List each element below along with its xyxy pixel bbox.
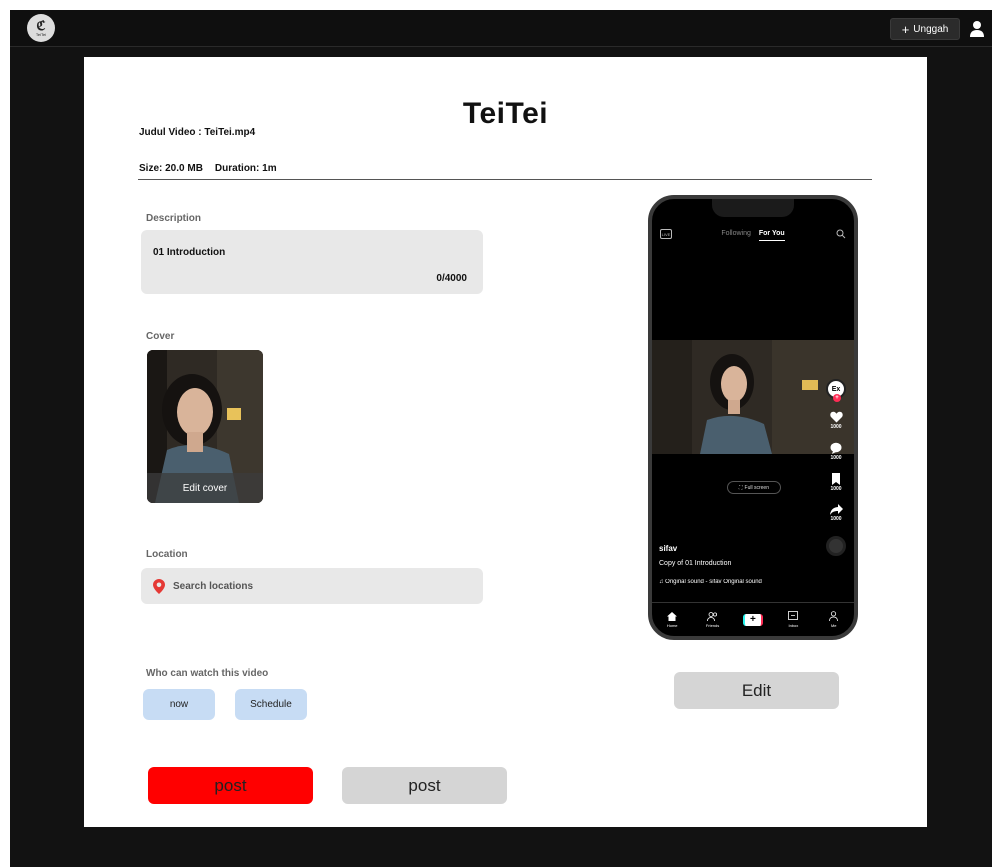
- video-duration: Duration: 1m: [214, 163, 277, 174]
- upload-button[interactable]: + Unggah: [890, 18, 960, 40]
- like-action[interactable]: 1000: [829, 411, 843, 430]
- friends-icon: [707, 611, 718, 621]
- edit-button[interactable]: Edit: [674, 672, 839, 709]
- option-now-button[interactable]: now: [143, 689, 215, 720]
- share-icon: [829, 504, 843, 515]
- music-note-icon: ♫: [659, 579, 664, 585]
- share-count: 1000: [830, 516, 842, 522]
- phone-notch: [712, 199, 794, 217]
- location-pin-icon: [153, 578, 165, 594]
- create-plus-icon: +: [742, 613, 763, 626]
- description-counter: 0/4000: [436, 273, 467, 284]
- nav-home[interactable]: Home: [657, 611, 687, 628]
- video-size: Size: 20.0 MB: [139, 163, 203, 174]
- nav-create[interactable]: +: [738, 613, 768, 626]
- user-icon[interactable]: [968, 20, 986, 38]
- action-rail: Ex + 1000 1000 1000 1000: [824, 379, 848, 556]
- edit-cover-button[interactable]: Edit cover: [147, 473, 263, 503]
- phone-preview: LIVE Following For You ⛶ Full screen Ex …: [648, 195, 858, 640]
- app-window: ℭ TeiTei + Unggah TeiTei Judul Video : T…: [10, 10, 992, 867]
- description-value: 01 Introduction: [153, 247, 226, 258]
- fullscreen-button[interactable]: ⛶ Full screen: [727, 481, 781, 494]
- option-schedule-button[interactable]: Schedule: [235, 689, 307, 720]
- header-divider: [138, 179, 872, 180]
- top-bar: ℭ TeiTei + Unggah: [10, 10, 992, 47]
- cover-thumbnail[interactable]: Edit cover: [147, 350, 263, 503]
- video-meta: Size: 20.0 MB Duration: 1m: [139, 163, 277, 174]
- preview-bottom-nav: Home Friends + Inbox Me: [652, 602, 854, 636]
- bookmark-icon: [832, 473, 840, 485]
- music-disc-icon[interactable]: [826, 536, 846, 556]
- creator-avatar[interactable]: Ex +: [826, 379, 846, 402]
- avatar-text: Ex: [831, 385, 841, 393]
- nav-me[interactable]: Me: [819, 611, 849, 628]
- fullscreen-icon: ⛶: [739, 484, 743, 491]
- location-field[interactable]: [141, 568, 483, 604]
- preview-sound[interactable]: ♫ Original sound - sifav Original sound: [659, 579, 809, 585]
- nav-inbox[interactable]: Inbox: [778, 611, 808, 628]
- upload-button-label: Unggah: [913, 23, 949, 35]
- preview-caption: Copy of 01 Introduction: [659, 560, 732, 567]
- page-title: TeiTei: [462, 97, 549, 130]
- nav-me-label: Me: [830, 623, 837, 628]
- heart-icon: [829, 411, 843, 423]
- logo-text: TeiTei: [35, 31, 47, 37]
- logo-glyph-icon: ℭ: [36, 17, 46, 33]
- share-action[interactable]: 1000: [829, 504, 843, 522]
- description-label: Description: [146, 213, 202, 224]
- video-title: Judul Video : TeiTei.mp4: [139, 127, 256, 138]
- upload-card: TeiTei Judul Video : TeiTei.mp4 Size: 20…: [84, 57, 927, 827]
- app-logo[interactable]: ℭ TeiTei: [27, 14, 55, 42]
- cover-label: Cover: [146, 331, 175, 342]
- follow-plus-icon[interactable]: +: [833, 394, 841, 402]
- profile-icon: [829, 611, 839, 621]
- post-secondary-button[interactable]: post: [342, 767, 507, 804]
- search-icon[interactable]: [836, 229, 846, 239]
- description-field[interactable]: 01 Introduction 0/4000: [141, 230, 483, 294]
- comment-count: 1000: [830, 455, 842, 461]
- nav-friends-label: Friends: [705, 622, 720, 628]
- sound-label: Original sound - sifav Original sound: [665, 579, 762, 585]
- comment-icon: [830, 442, 842, 454]
- save-count: 1000: [830, 486, 842, 492]
- location-label: Location: [146, 549, 188, 560]
- home-icon: [667, 611, 678, 621]
- save-action[interactable]: 1000: [830, 473, 842, 492]
- nav-home-label: Home: [666, 622, 678, 628]
- nav-friends[interactable]: Friends: [698, 611, 728, 628]
- nav-inbox-label: Inbox: [788, 623, 799, 628]
- preview-top-bar: LIVE Following For You: [652, 229, 854, 245]
- like-count: 1000: [830, 424, 842, 430]
- tab-following[interactable]: Following: [721, 230, 751, 237]
- inbox-icon: [788, 611, 799, 620]
- tab-for-you[interactable]: For You: [758, 230, 785, 241]
- post-button[interactable]: post: [148, 767, 313, 804]
- fullscreen-label: Full screen: [744, 484, 769, 491]
- preview-feed-tabs: Following For You: [652, 230, 854, 241]
- location-search-input[interactable]: [173, 580, 453, 592]
- preview-username[interactable]: sifav: [659, 544, 677, 553]
- comment-action[interactable]: 1000: [830, 442, 842, 461]
- privacy-label: Who can watch this video: [146, 668, 269, 679]
- plus-icon: +: [901, 21, 910, 37]
